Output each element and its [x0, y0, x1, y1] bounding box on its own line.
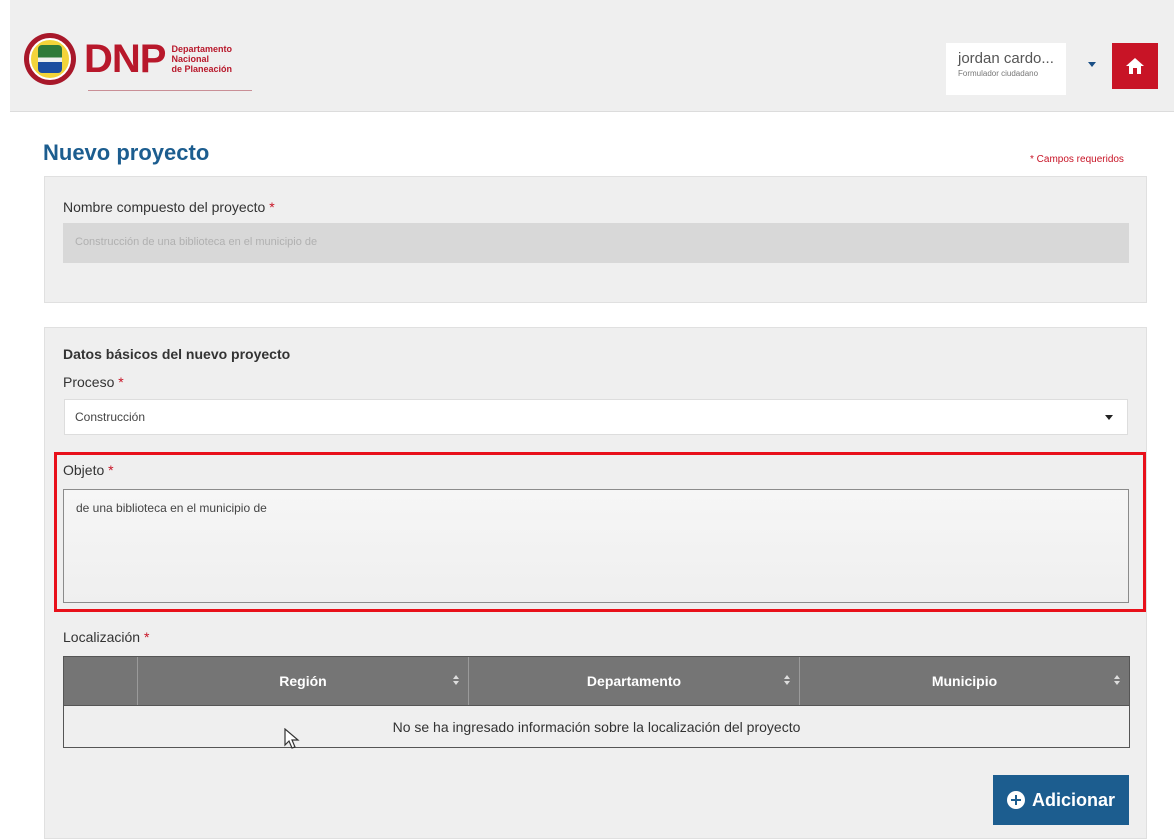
mouse-pointer-icon [284, 728, 300, 749]
column-header-municipio[interactable]: Municipio [799, 657, 1129, 705]
table-empty-message: No se ha ingresado información sobre la … [64, 705, 1129, 747]
compound-name-label: Nombre compuesto del proyecto * [63, 199, 275, 215]
page-title: Nuevo proyecto [43, 140, 210, 165]
colombia-seal-icon [24, 33, 76, 85]
table-header: Región Departamento Municipio [64, 657, 1129, 705]
logo-subtitle-line: Nacional [171, 54, 209, 64]
compound-name-label-text: Nombre compuesto del proyecto [63, 199, 266, 215]
location-label: Localización * [63, 629, 149, 645]
add-location-button[interactable]: Adicionar [993, 775, 1129, 825]
location-table: Región Departamento Municipio No se ha i… [63, 656, 1130, 748]
sort-icon[interactable] [1113, 675, 1121, 687]
process-select[interactable]: Construcción [64, 399, 1128, 435]
compound-name-field: Construcción de una biblioteca en el mun… [63, 223, 1129, 263]
chevron-down-icon[interactable] [1105, 415, 1113, 420]
logo-underline [88, 90, 252, 91]
column-header-departamento[interactable]: Departamento [468, 657, 799, 705]
table-header-blank [64, 657, 137, 705]
home-icon [1126, 58, 1144, 74]
required-mark: * [108, 462, 114, 478]
location-label-text: Localización [63, 629, 141, 645]
required-fields-note: * Campos requeridos [1030, 154, 1124, 165]
object-textarea[interactable]: de una biblioteca en el municipio de [63, 489, 1129, 603]
process-label: Proceso * [63, 374, 124, 390]
logo-wordmark: DNP [84, 37, 166, 81]
dnp-logo[interactable]: DNP Departamento Nacional de Planeación [24, 30, 232, 88]
object-label: Objeto * [63, 462, 114, 478]
process-label-text: Proceso [63, 374, 115, 390]
column-header-label: Municipio [931, 673, 998, 689]
required-mark: * [269, 199, 275, 215]
user-name: jordan cardo... [958, 50, 1054, 67]
user-role: Formulador ciudadano [958, 69, 1039, 78]
user-menu[interactable]: jordan cardo... Formulador ciudadano [946, 43, 1066, 95]
required-mark: * [118, 374, 124, 390]
header-left-strip [0, 0, 10, 112]
sort-icon[interactable] [452, 675, 460, 687]
add-button-label: Adicionar [1031, 789, 1115, 810]
basic-data-title: Datos básicos del nuevo proyecto [63, 346, 291, 362]
home-button[interactable] [1112, 43, 1158, 89]
logo-subtitle-line: de Planeación [171, 64, 232, 74]
sort-icon[interactable] [783, 675, 791, 687]
required-mark: * [143, 629, 150, 645]
plus-circle-icon [1006, 791, 1025, 809]
column-header-label: Departamento [586, 673, 682, 689]
chevron-down-icon[interactable] [1088, 62, 1096, 67]
column-header-region[interactable]: Región [137, 657, 468, 705]
logo-subtitle-line: Departamento [171, 44, 232, 54]
logo-subtitle: Departamento Nacional de Planeación [171, 44, 232, 74]
column-header-label: Región [279, 673, 327, 689]
object-label-text: Objeto [63, 462, 105, 478]
